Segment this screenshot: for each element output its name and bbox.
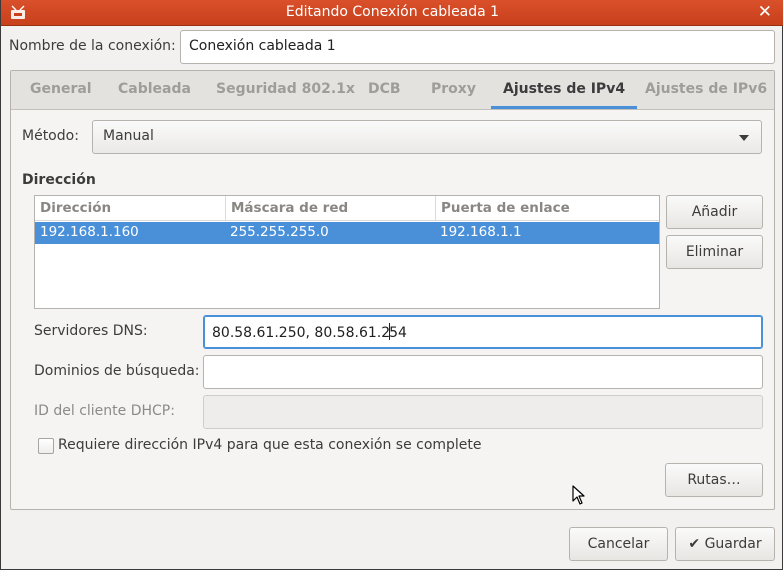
tab-dcb[interactable]: DCB — [368, 71, 401, 109]
checkmark-icon: ✔ — [688, 536, 701, 552]
save-button[interactable]: ✔ Guardar — [675, 527, 775, 561]
method-value: Manual — [103, 128, 154, 144]
title-bar[interactable]: Editando Conexión cableada 1 ✕ — [1, 0, 783, 26]
tab-wired[interactable]: Cableada — [118, 71, 191, 109]
dns-value-start: 80.58.61.250, 80.58.61.2 — [212, 325, 391, 341]
column-header-netmask[interactable]: Máscara de red — [225, 196, 435, 221]
dhcp-client-id-label: ID del cliente DHCP: — [34, 403, 175, 419]
tab-security[interactable]: Seguridad 802.1x — [216, 71, 355, 109]
tab-bar: General Cableada Seguridad 802.1x DCB Pr… — [11, 71, 774, 110]
address-table-header: Dirección Máscara de red Puerta de enlac… — [35, 196, 659, 221]
tab-general[interactable]: General — [30, 71, 92, 109]
method-label: Método: — [22, 128, 79, 144]
mouse-pointer-icon — [572, 485, 585, 505]
connection-name-label: Nombre de la conexión: — [9, 38, 176, 54]
search-domains-label: Dominios de búsqueda: — [34, 363, 200, 379]
table-row[interactable]: 192.168.1.160 255.255.255.0 192.168.1.1 — [35, 222, 659, 244]
dns-value-end: 54 — [389, 325, 407, 341]
dns-servers-field[interactable]: 80.58.61.250, 80.58.61.254 — [203, 315, 763, 349]
method-select[interactable]: Manual — [92, 120, 762, 154]
cell-gateway[interactable]: 192.168.1.1 — [435, 222, 522, 244]
search-domains-field[interactable] — [203, 355, 763, 389]
cancel-button[interactable]: Cancelar — [569, 527, 668, 561]
add-address-button[interactable]: Añadir — [666, 195, 763, 229]
routes-button[interactable]: Rutas… — [665, 463, 763, 497]
tab-ipv6-settings[interactable]: Ajustes de IPv6 — [645, 71, 767, 109]
address-table[interactable]: Dirección Máscara de red Puerta de enlac… — [34, 195, 660, 309]
connection-name-field[interactable]: Conexión cableada 1 — [180, 30, 775, 64]
save-button-label: Guardar — [704, 536, 762, 552]
tab-proxy[interactable]: Proxy — [431, 71, 476, 109]
require-ipv4-checkbox[interactable] — [38, 438, 54, 454]
close-icon[interactable]: ✕ — [758, 2, 772, 22]
tab-ipv4-settings[interactable]: Ajustes de IPv4 — [490, 71, 638, 109]
chevron-down-icon — [739, 135, 749, 141]
remove-address-button[interactable]: Eliminar — [666, 235, 763, 269]
column-header-gateway[interactable]: Puerta de enlace — [435, 196, 659, 221]
address-section-heading: Dirección — [22, 172, 96, 188]
cell-netmask[interactable]: 255.255.255.0 — [225, 222, 329, 244]
dhcp-client-id-field — [203, 395, 763, 429]
dns-label: Servidores DNS: — [34, 323, 148, 339]
require-ipv4-label[interactable]: Requiere dirección IPv4 para que esta co… — [58, 437, 482, 453]
cell-address[interactable]: 192.168.1.160 — [35, 222, 139, 244]
window-title: Editando Conexión cableada 1 — [285, 4, 500, 20]
column-header-address[interactable]: Dirección — [35, 196, 225, 221]
dialog-window: Editando Conexión cableada 1 ✕ Nombre de… — [0, 0, 783, 570]
